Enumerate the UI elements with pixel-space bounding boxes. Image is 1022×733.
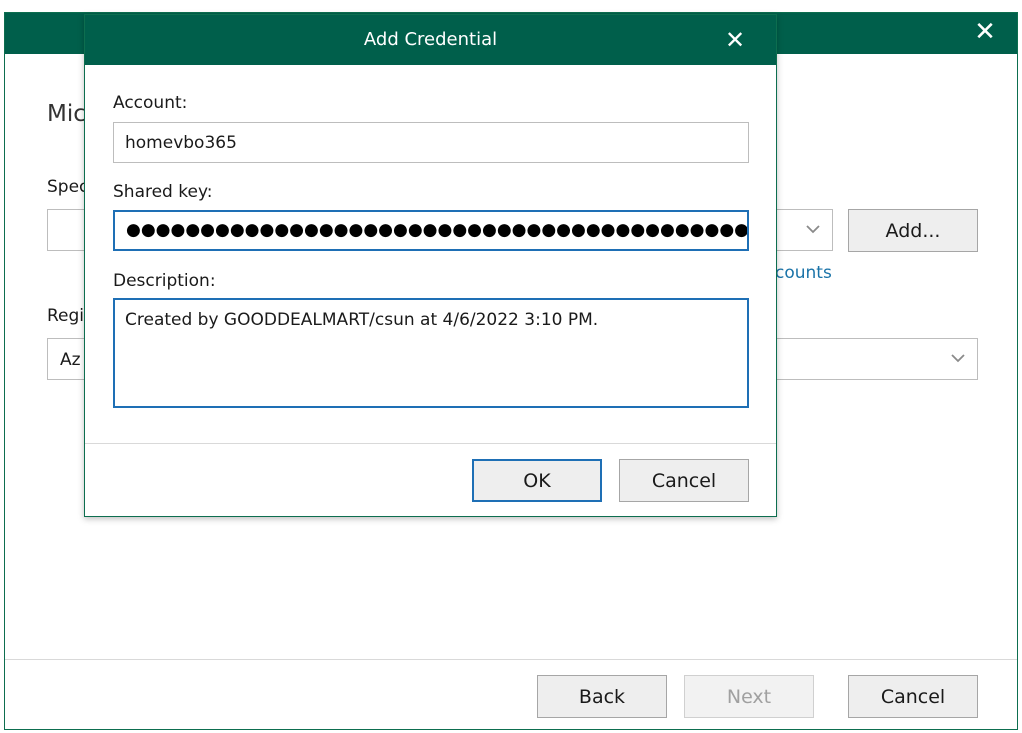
chevron-down-icon	[951, 354, 965, 363]
footer-divider	[5, 659, 1017, 660]
dialog-title: Add Credential	[363, 29, 498, 50]
dialog-titlebar: Add Credential ✕	[85, 15, 776, 65]
add-account-button[interactable]: Add...	[848, 209, 978, 252]
wizard-page-heading: Mic	[47, 101, 86, 127]
shared-key-masked-value: ●●●●●●●●●●●●●●●●●●●●●●●●●●●●●●●●●●●●●●●●…	[126, 220, 749, 240]
dialog-cancel-button[interactable]: Cancel	[619, 459, 749, 502]
back-button[interactable]: Back	[537, 675, 667, 718]
dialog-close-icon[interactable]: ✕	[722, 27, 748, 53]
description-label: Description:	[113, 271, 216, 291]
region-value: Az	[60, 350, 81, 370]
wizard-cancel-button[interactable]: Cancel	[848, 675, 978, 718]
account-value: homevbo365	[125, 132, 237, 153]
manage-accounts-link[interactable]: counts	[775, 263, 832, 283]
add-credential-dialog: Add Credential ✕ Account: homevbo365 Sha…	[84, 14, 777, 517]
account-label: Account:	[113, 93, 188, 113]
wizard-close-icon[interactable]: ✕	[971, 18, 999, 46]
account-input[interactable]: homevbo365	[113, 122, 749, 163]
shared-key-label: Shared key:	[113, 182, 213, 202]
shared-key-input[interactable]: ●●●●●●●●●●●●●●●●●●●●●●●●●●●●●●●●●●●●●●●●…	[113, 210, 749, 251]
dialog-footer-divider	[85, 443, 776, 444]
ok-button[interactable]: OK	[472, 459, 602, 502]
description-textarea[interactable]: Created by GOODDEALMART/csun at 4/6/2022…	[113, 298, 749, 408]
description-value: Created by GOODDEALMART/csun at 4/6/2022…	[125, 310, 599, 330]
specify-account-label: Spec	[47, 177, 89, 197]
region-label: Regi	[47, 306, 85, 326]
chevron-down-icon	[806, 225, 820, 234]
next-button[interactable]: Next	[684, 675, 814, 718]
